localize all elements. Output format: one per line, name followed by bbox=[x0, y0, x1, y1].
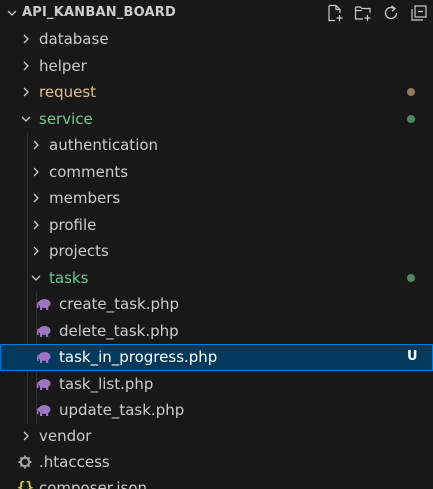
chevron-right-icon bbox=[23, 61, 29, 70]
php-elephant-icon bbox=[36, 352, 51, 363]
file-label: task_in_progress.php bbox=[59, 348, 218, 366]
file-create-task[interactable]: create_task.php bbox=[0, 291, 433, 318]
file-label: create_task.php bbox=[59, 295, 180, 313]
folder-label: helper bbox=[39, 56, 87, 75]
file-htaccess[interactable]: .htaccess bbox=[0, 449, 433, 476]
untracked-status-dot bbox=[407, 273, 415, 282]
folder-authentication[interactable]: authentication bbox=[0, 132, 433, 159]
chevron-right-icon bbox=[23, 87, 29, 97]
collapse-all-icon bbox=[411, 5, 427, 21]
chevron-down-icon bbox=[21, 116, 31, 122]
file-label: update_task.php bbox=[59, 401, 185, 419]
refresh-button[interactable] bbox=[381, 3, 401, 23]
folder-helper[interactable]: helper bbox=[0, 53, 433, 80]
new-file-icon bbox=[328, 4, 343, 22]
refresh-icon bbox=[384, 5, 398, 20]
folder-projects[interactable]: projects bbox=[0, 238, 433, 265]
file-update-task[interactable]: update_task.php bbox=[0, 397, 433, 424]
php-elephant-icon bbox=[36, 405, 51, 416]
gear-icon bbox=[18, 455, 32, 469]
chevron-right-icon bbox=[33, 193, 39, 203]
folder-request[interactable]: request bbox=[0, 79, 433, 106]
folder-label: profile bbox=[49, 215, 97, 234]
chevron-down-icon bbox=[7, 10, 17, 16]
collapse-all-button[interactable] bbox=[409, 3, 429, 23]
folder-tasks[interactable]: tasks bbox=[0, 265, 433, 292]
chevron-right-icon bbox=[33, 140, 39, 150]
folder-service[interactable]: service bbox=[0, 106, 433, 133]
folder-label: vendor bbox=[39, 427, 92, 445]
file-label: .htaccess bbox=[39, 453, 110, 471]
file-task-list[interactable]: task_list.php bbox=[0, 371, 433, 398]
chevron-down-icon bbox=[31, 275, 41, 281]
chevron-right-icon bbox=[33, 220, 39, 229]
folder-members[interactable]: members bbox=[0, 185, 433, 212]
file-delete-task[interactable]: delete_task.php bbox=[0, 318, 433, 345]
folder-label: authentication bbox=[49, 136, 159, 154]
modified-status-dot bbox=[407, 88, 415, 96]
chevron-right-icon bbox=[33, 246, 39, 256]
folder-database[interactable]: database bbox=[0, 26, 433, 53]
explorer-actions bbox=[317, 3, 429, 23]
chevron-right-icon bbox=[23, 431, 29, 441]
folder-profile[interactable]: profile bbox=[0, 212, 433, 239]
folder-label: request bbox=[39, 83, 97, 101]
file-label: composer.json bbox=[39, 479, 148, 489]
file-task-in-progress[interactable]: task_in_progress.php U bbox=[0, 344, 433, 371]
php-elephant-icon bbox=[36, 325, 51, 337]
chevron-right-icon bbox=[33, 167, 39, 176]
file-composer-json[interactable]: {} composer.json bbox=[0, 475, 433, 489]
explorer-root-header[interactable]: API_KANBAN_BOARD bbox=[0, 0, 433, 26]
file-label: task_list.php bbox=[59, 374, 154, 393]
folder-comments[interactable]: comments bbox=[0, 159, 433, 186]
file-label: delete_task.php bbox=[59, 321, 179, 340]
new-folder-icon bbox=[354, 6, 371, 21]
json-braces-icon: {} bbox=[17, 480, 34, 489]
folder-label: members bbox=[49, 189, 121, 207]
folder-label: comments bbox=[49, 162, 129, 181]
folder-vendor[interactable]: vendor bbox=[0, 423, 433, 450]
folder-label: database bbox=[39, 30, 109, 48]
untracked-status-dot bbox=[407, 114, 415, 123]
chevron-right-icon bbox=[23, 34, 29, 44]
new-file-button[interactable] bbox=[325, 3, 345, 23]
folder-label: service bbox=[39, 109, 93, 128]
file-explorer: API_KANBAN_BOARD database helper request… bbox=[0, 0, 433, 489]
workspace-title: API_KANBAN_BOARD bbox=[22, 5, 176, 20]
git-untracked-badge: U bbox=[407, 349, 418, 364]
php-elephant-icon bbox=[36, 299, 51, 310]
php-elephant-icon bbox=[36, 378, 51, 390]
new-folder-button[interactable] bbox=[353, 3, 373, 23]
folder-label: projects bbox=[49, 242, 109, 260]
folder-label: tasks bbox=[49, 268, 89, 287]
